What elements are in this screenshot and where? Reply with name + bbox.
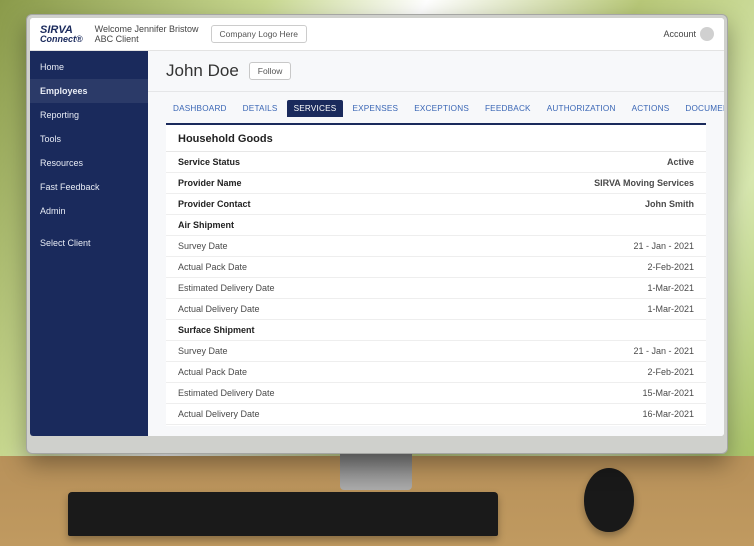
sidebar-item-admin[interactable]: Admin bbox=[30, 199, 148, 223]
row-key: Provider Contact bbox=[178, 199, 251, 209]
table-row: Provider Contact John Smith bbox=[166, 194, 706, 215]
table-row: Estimated Delivery Date 15-Mar-2021 bbox=[166, 383, 706, 404]
follow-button[interactable]: Follow bbox=[249, 62, 292, 80]
row-key: Actual Delivery Date bbox=[178, 304, 260, 314]
tab-documents[interactable]: DOCUMENTS bbox=[678, 100, 724, 117]
table-row: Actual Delivery Date 16-Mar-2021 bbox=[166, 404, 706, 425]
keyboard bbox=[68, 492, 498, 536]
row-value: SIRVA Moving Services bbox=[594, 178, 694, 188]
tab-feedback[interactable]: FEEDBACK bbox=[478, 100, 538, 117]
monitor-stand bbox=[340, 450, 412, 490]
monitor: SIRVA Connect® Welcome Jennifer Bristow … bbox=[26, 14, 728, 454]
row-key: Survey Date bbox=[178, 346, 228, 356]
panel-rows: Service Status Active Provider Name SIRVA M… bbox=[166, 151, 706, 425]
sidebar-item-resources[interactable]: Resources bbox=[30, 151, 148, 175]
row-value: 21 - Jan - 2021 bbox=[633, 241, 694, 251]
row-value: 15-Mar-2021 bbox=[642, 388, 694, 398]
row-value: Active bbox=[667, 157, 694, 167]
row-key: Estimated Delivery Date bbox=[178, 388, 275, 398]
brand-line2: Connect® bbox=[40, 35, 83, 44]
page-title: John Doe bbox=[166, 61, 239, 81]
row-key: Actual Pack Date bbox=[178, 367, 247, 377]
client-name: ABC Client bbox=[95, 34, 199, 44]
row-value: 16-Mar-2021 bbox=[642, 409, 694, 419]
row-value: 2-Feb-2021 bbox=[647, 262, 694, 272]
account-menu[interactable]: Account bbox=[663, 27, 714, 41]
row-key: Air Shipment bbox=[178, 220, 234, 230]
welcome-block: Welcome Jennifer Bristow ABC Client bbox=[95, 24, 199, 44]
row-value: John Smith bbox=[645, 199, 694, 209]
table-row: Actual Pack Date 2-Feb-2021 bbox=[166, 257, 706, 278]
title-row: John Doe Follow bbox=[148, 51, 724, 92]
row-key: Estimated Delivery Date bbox=[178, 283, 275, 293]
row-key: Actual Pack Date bbox=[178, 262, 247, 272]
app-header: SIRVA Connect® Welcome Jennifer Bristow … bbox=[30, 18, 724, 51]
mouse-hardware bbox=[584, 468, 634, 532]
tab-exceptions[interactable]: EXCEPTIONS bbox=[407, 100, 476, 117]
sidebar-item-home[interactable]: Home bbox=[30, 55, 148, 79]
sidebar-item-employees[interactable]: Employees bbox=[30, 79, 148, 103]
tab-dashboard[interactable]: DASHBOARD bbox=[166, 100, 234, 117]
row-key: Service Status bbox=[178, 157, 240, 167]
table-row: Air Shipment bbox=[166, 215, 706, 236]
row-key: Survey Date bbox=[178, 241, 228, 251]
table-row: Service Status Active bbox=[166, 152, 706, 173]
row-value: 1-Mar-2021 bbox=[647, 283, 694, 293]
sidebar-item-select-client[interactable]: Select Client bbox=[30, 231, 148, 255]
row-key: Provider Name bbox=[178, 178, 242, 188]
tab-services[interactable]: SERVICES bbox=[287, 100, 344, 117]
sidebar-item-fast-feedback[interactable]: Fast Feedback bbox=[30, 175, 148, 199]
avatar-icon bbox=[700, 27, 714, 41]
account-label: Account bbox=[663, 29, 696, 39]
tab-details[interactable]: DETAILS bbox=[236, 100, 285, 117]
table-row: Survey Date 21 - Jan - 2021 bbox=[166, 236, 706, 257]
panel-heading: Household Goods bbox=[166, 131, 706, 151]
row-value: 1-Mar-2021 bbox=[647, 304, 694, 314]
row-key: Actual Delivery Date bbox=[178, 409, 260, 419]
sidebar: HomeEmployeesReportingToolsResourcesFast… bbox=[30, 51, 148, 436]
row-key: Surface Shipment bbox=[178, 325, 255, 335]
screen: SIRVA Connect® Welcome Jennifer Bristow … bbox=[30, 18, 724, 436]
sidebar-item-reporting[interactable]: Reporting bbox=[30, 103, 148, 127]
table-row: Survey Date 21 - Jan - 2021 bbox=[166, 341, 706, 362]
table-row: Actual Delivery Date 1-Mar-2021 bbox=[166, 299, 706, 320]
brand-logo: SIRVA Connect® bbox=[40, 25, 83, 44]
sidebar-item-tools[interactable]: Tools bbox=[30, 127, 148, 151]
table-row: Surface Shipment bbox=[166, 320, 706, 341]
tab-authorization[interactable]: AUTHORIZATION bbox=[540, 100, 623, 117]
table-row: Actual Pack Date 2-Feb-2021 bbox=[166, 362, 706, 383]
table-row: Provider Name SIRVA Moving Services bbox=[166, 173, 706, 194]
main-content: John Doe Follow DASHBOARDDETAILSSERVICES… bbox=[148, 51, 724, 436]
services-panel: Household Goods Service Status Active Prov… bbox=[166, 123, 706, 426]
row-value: 2-Feb-2021 bbox=[647, 367, 694, 377]
company-logo-button[interactable]: Company Logo Here bbox=[211, 25, 307, 43]
row-value: 21 - Jan - 2021 bbox=[633, 346, 694, 356]
welcome-text: Welcome Jennifer Bristow bbox=[95, 24, 199, 34]
tab-expenses[interactable]: EXPENSES bbox=[345, 100, 405, 117]
tabs: DASHBOARDDETAILSSERVICESEXPENSESEXCEPTIO… bbox=[148, 92, 724, 117]
tab-actions[interactable]: ACTIONS bbox=[625, 100, 677, 117]
table-row: Estimated Delivery Date 1-Mar-2021 bbox=[166, 278, 706, 299]
